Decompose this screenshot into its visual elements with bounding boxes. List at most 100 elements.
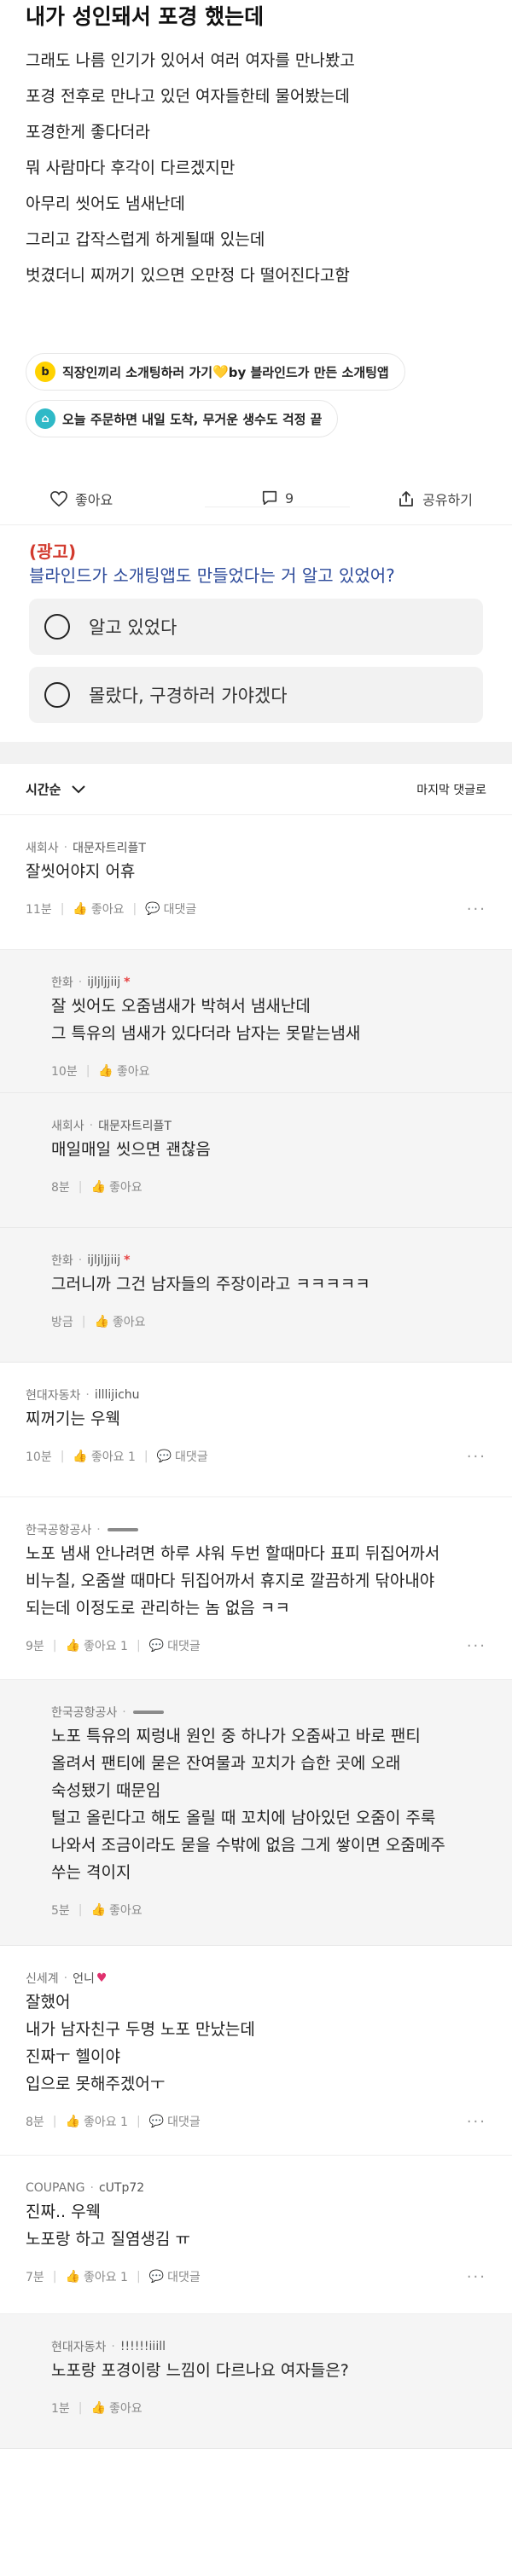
nickname[interactable]: ijljljjiij <box>87 1253 120 1267</box>
comment-time: 8분 <box>26 2116 44 2129</box>
comment-footer: 10분 | 👍 좋아요 <box>51 1052 486 1090</box>
comment-footer: 방금 | 👍 좋아요 <box>51 1303 486 1340</box>
comment-footer: 7분 | 👍 좋아요 1 | 💬 대댓글 ··· <box>26 2258 486 2295</box>
section-divider <box>0 742 512 764</box>
poll-option-label: 몰랐다, 구경하러 가야겠다 <box>89 686 288 706</box>
comment-like-button[interactable]: 👍 좋아요 1 <box>66 1637 128 1654</box>
comment-meta: 한화 · ijljljjiij * <box>51 950 486 993</box>
reply-button[interactable]: 💬 대댓글 <box>149 2268 201 2285</box>
more-options-icon[interactable]: ··· <box>467 2268 486 2286</box>
house-icon: ⌂ <box>35 408 55 429</box>
reply-icon: 💬 <box>148 2270 165 2284</box>
thumbs-up-icon: 👍 <box>90 2401 106 2415</box>
more-options-icon[interactable]: ··· <box>467 1448 486 1466</box>
go-last-comment-link[interactable]: 마지막 댓글로 <box>416 781 486 798</box>
reply-item: 한국공항공사 · 노포 특유의 찌렁내 원인 중 하나가 오줌싸고 바로 팬티 올… <box>0 1680 512 1946</box>
thumbs-up-icon: 👍 <box>73 902 88 916</box>
nickname[interactable]: illlijichu <box>95 1388 140 1402</box>
nickname[interactable]: 대문자트리플T <box>98 1117 172 1134</box>
comment-footer: 11분 | 👍 좋아요 | 💬 대댓글 ··· <box>26 890 486 928</box>
comment-like-label: 좋아요 1 <box>83 2271 128 2284</box>
thumbs-up-icon: 👍 <box>65 2115 80 2128</box>
comment-time: 10분 <box>51 1065 78 1079</box>
post-line: 포경 전후로 만나고 있던 여자들한테 물어봤는데 <box>26 87 350 106</box>
thumbs-up-icon: 👍 <box>65 1639 80 1653</box>
more-options-icon[interactable]: ··· <box>467 2113 486 2131</box>
comment-like-button[interactable]: 👍 좋아요 <box>73 900 124 918</box>
ad-question: 블라인드가 소개팅앱도 만들었다는 거 알고 있었어? <box>29 565 395 586</box>
company-name: 한화 <box>51 1254 73 1268</box>
more-options-icon[interactable]: ··· <box>467 1637 486 1655</box>
comment-text: 비누칠, 오줌쌀 때마다 뒤집어까서 휴지로 깔끔하게 닦아내야 <box>26 1572 435 1590</box>
comment-text: 노포랑 포경이랑 느낌이 다르나요 여자들은? <box>51 2361 349 2380</box>
comment-time: 9분 <box>26 1640 44 1653</box>
chip-label-suffix: by 블라인드가 만든 소개팅앱 <box>228 364 389 380</box>
sort-label: 시간순 <box>26 782 61 797</box>
comment-like-label: 좋아요 <box>112 1316 146 1329</box>
reply-label: 대댓글 <box>167 2271 201 2284</box>
comment-text: 노포 특유의 찌렁내 원인 중 하나가 오줌싸고 바로 팬티 <box>51 1727 421 1745</box>
comment-like-button[interactable]: 👍 좋아요 <box>91 2399 143 2417</box>
reply-label: 대댓글 <box>175 1450 208 1464</box>
reply-button[interactable]: 💬 대댓글 <box>157 1448 208 1465</box>
meta-dot: · <box>111 2340 115 2353</box>
promo-chips: b 직장인끼리 소개팅하러 가기 💛 by 블라인드가 만든 소개팅앱 ⌂ 오늘 … <box>0 353 512 447</box>
nickname[interactable]: 대문자트리플T <box>73 839 146 856</box>
comment-time: 11분 <box>26 903 52 917</box>
like-button[interactable]: 좋아요 <box>26 489 205 509</box>
nickname[interactable]: cUTp72 <box>99 2181 144 2195</box>
reply-button[interactable]: 💬 대댓글 <box>149 1637 201 1654</box>
post-page: 내가 성인돼서 포경 했는데 그래도 나름 인기가 있어서 여러 여자를 만나봤… <box>0 0 512 2576</box>
more-options-icon[interactable]: ··· <box>467 900 486 918</box>
nickname[interactable]: 언니 <box>73 1970 95 1987</box>
nickname[interactable]: !!!!!!iiill <box>120 2340 166 2353</box>
dating-app-chip[interactable]: b 직장인끼리 소개팅하러 가기 💛 by 블라인드가 만든 소개팅앱 <box>26 353 405 391</box>
comment-like-button[interactable]: 👍 좋아요 <box>98 1062 149 1080</box>
comment-like-button[interactable]: 👍 좋아요 1 <box>73 1448 135 1465</box>
comment-text: 올려서 팬티에 묻은 잔여물과 꼬치가 습한 곳에 오래 <box>51 1754 401 1773</box>
sort-dropdown[interactable]: 시간순 <box>26 780 86 798</box>
thumbs-up-icon: 👍 <box>98 1064 113 1078</box>
reply-button[interactable]: 💬 대댓글 <box>149 2113 201 2130</box>
comment-text: 되는데 이정도로 관리하는 놈 없음 ㅋㅋ <box>26 1599 290 1618</box>
poll-option-knew[interactable]: 알고 있었다 <box>29 599 483 655</box>
comment-like-button[interactable]: 👍 좋아요 <box>91 1902 143 1919</box>
ad-poll: (광고) 블라인드가 소개팅앱도 만들었다는 거 알고 있었어? 알고 있었다 … <box>0 525 512 723</box>
author-mark-icon: * <box>124 975 131 989</box>
thumbs-up-icon: 👍 <box>90 1180 106 1194</box>
share-button[interactable]: 공유하기 <box>350 489 486 509</box>
delivery-chip[interactable]: ⌂ 오늘 주문하면 내일 도착, 무거운 생수도 걱정 끝 <box>26 400 339 437</box>
separator: | <box>136 2115 141 2128</box>
separator: | <box>132 902 137 916</box>
comment-like-button[interactable]: 👍 좋아요 1 <box>66 2113 128 2130</box>
comment-meta: 한국공항공사 · <box>51 1680 486 1722</box>
thumbs-up-icon: 👍 <box>73 1450 88 1463</box>
share-label: 공유하기 <box>422 491 473 508</box>
comment-like-button[interactable]: 👍 좋아요 <box>91 1178 143 1195</box>
comment-meta: 현대자동차 · illlijichu <box>26 1363 486 1405</box>
nickname[interactable]: ijljljjiij <box>87 975 120 989</box>
comment-like-label: 좋아요 1 <box>83 2116 128 2129</box>
reply-icon: 💬 <box>148 1639 165 1653</box>
reply-button[interactable]: 💬 대댓글 <box>145 900 196 918</box>
comment-meta: 현대자동차 · !!!!!!iiill <box>51 2314 486 2357</box>
post-line: 포경한게 좋다더라 <box>26 123 150 142</box>
separator: | <box>78 1180 83 1194</box>
like-label: 좋아요 <box>75 491 113 508</box>
comment-like-button[interactable]: 👍 좋아요 1 <box>66 2268 128 2285</box>
meta-dot: · <box>96 1523 101 1537</box>
comment-button[interactable]: 9 <box>205 489 350 507</box>
comment-text: 그러니까 그건 남자들의 주장이라고 ㅋㅋㅋㅋㅋ <box>51 1275 370 1294</box>
comment-like-button[interactable]: 👍 좋아요 <box>94 1313 145 1330</box>
comment-like-label: 좋아요 <box>108 1181 143 1195</box>
masked-nickname <box>132 1711 164 1714</box>
comment-footer: 8분 | 👍 좋아요 1 | 💬 대댓글 ··· <box>26 2103 486 2140</box>
meta-dot: · <box>78 1253 83 1267</box>
post-actions: 좋아요 9 공유하기 <box>0 472 512 525</box>
poll-option-didnt-know[interactable]: 몰랐다, 구경하러 가야겠다 <box>29 667 483 723</box>
comment-sortbar: 시간순 마지막 댓글로 <box>0 764 512 815</box>
comment-text: 그 특유의 냄새가 있다더라 남자는 못맡는냄새 <box>51 1024 361 1043</box>
comment-footer: 10분 | 👍 좋아요 1 | 💬 대댓글 ··· <box>26 1438 486 1475</box>
comment-text: 노포랑 하고 질염생김 ㅠ <box>26 2230 190 2249</box>
